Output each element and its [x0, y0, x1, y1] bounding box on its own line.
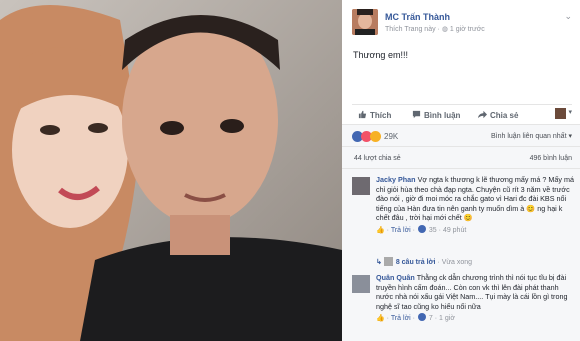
post-text: Thương em!!! [353, 50, 408, 60]
haha-reaction-icon[interactable] [370, 131, 381, 142]
selfie-photo [0, 0, 342, 341]
comment-reaction-count[interactable]: 7 [429, 315, 433, 322]
comment-button[interactable]: Bình luận [412, 110, 460, 120]
comment-body: Quân Quân Thằng ck dẫn chương trình thì n… [376, 273, 576, 324]
author-name[interactable]: MC Trấn Thành [385, 12, 450, 22]
post-side-panel: MC Trấn Thành Thích Trang này · ◍ 1 giờ … [342, 0, 580, 341]
thumbs-up-icon[interactable]: 👍 [376, 227, 385, 234]
reply-link[interactable]: Trả lời [391, 315, 411, 322]
post-subline: Thích Trang này · ◍ 1 giờ trước [385, 25, 485, 33]
thumbs-up-icon [358, 110, 367, 119]
like-page-link[interactable]: Thích Trang này [385, 26, 436, 33]
reactions-bar: 29K Bình luận liên quan nhất ▾ [342, 124, 580, 146]
comment-time[interactable]: 49 phút [443, 227, 466, 234]
reaction-count[interactable]: 29K [384, 132, 398, 141]
globe-icon: ◍ [441, 26, 448, 33]
engagement-counts: 44 lượt chia sẻ 496 bình luận [342, 146, 580, 168]
thumbs-up-icon[interactable]: 👍 [376, 315, 385, 322]
post-actions: Thích Bình luận Chia sẻ ▾ [352, 104, 572, 122]
share-as-avatar[interactable] [555, 108, 566, 119]
author-avatar[interactable] [352, 9, 378, 35]
like-reaction-icon [417, 224, 426, 233]
caret-down-icon: ▾ [568, 133, 572, 140]
reply-arrow-icon: ↳ [376, 259, 382, 266]
commenter-avatar[interactable] [352, 177, 370, 195]
replies-label: 8 câu trả lời [395, 259, 436, 266]
comment-sort-label: Bình luận liên quan nhất [491, 133, 567, 140]
view-replies-link[interactable]: ↳ 8 câu trả lời · Vừa xong [376, 257, 472, 266]
share-count[interactable]: 44 lượt chia sẻ [354, 155, 401, 162]
like-label: Thích [370, 111, 392, 120]
like-reaction-icon [417, 313, 426, 322]
chevron-down-icon[interactable]: ⌄ [564, 11, 572, 22]
post-photo[interactable] [0, 0, 342, 341]
comment-meta: 👍 · Trả lời · 35 · 49 phút [376, 224, 467, 234]
replier-avatar [383, 257, 393, 266]
like-button[interactable]: Thích [358, 110, 391, 120]
chevron-down-icon[interactable]: ▾ [568, 108, 572, 116]
comment-item: Jacky Phan Vợ ngta k thương k lẽ thương m… [352, 175, 574, 265]
share-icon [478, 110, 487, 119]
comment-count[interactable]: 496 bình luận [530, 155, 572, 162]
commenter-avatar[interactable] [352, 275, 370, 293]
comment-author[interactable]: Jacky Phan [376, 175, 416, 184]
comments-list: Jacky Phan Vợ ngta k thương k lẽ thương m… [342, 168, 580, 341]
comment-author[interactable]: Quân Quân [376, 273, 415, 282]
replies-separator: · [437, 259, 440, 266]
comment-body: Jacky Phan Vợ ngta k thương k lẽ thương m… [376, 175, 576, 236]
share-button[interactable]: Chia sẻ [478, 110, 518, 120]
reply-link[interactable]: Trả lời [391, 227, 411, 234]
comment-icon [412, 110, 421, 119]
comment-item: Quân Quân Thằng ck dẫn chương trình thì n… [352, 273, 574, 339]
comment-reaction-count[interactable]: 35 [429, 227, 437, 234]
share-label: Chia sẻ [490, 111, 519, 120]
comment-label: Bình luận [424, 111, 461, 120]
comment-meta: 👍 · Trả lời · 7 · 1 giờ [376, 313, 455, 323]
replies-time: Vừa xong [441, 259, 473, 266]
post-header: MC Trấn Thành Thích Trang này · ◍ 1 giờ … [352, 9, 572, 39]
post-time[interactable]: 1 giờ trước [450, 26, 485, 33]
comment-time[interactable]: 1 giờ [439, 315, 455, 322]
comment-sort-dropdown[interactable]: Bình luận liên quan nhất ▾ [491, 132, 572, 140]
subline-separator: · [437, 26, 440, 33]
